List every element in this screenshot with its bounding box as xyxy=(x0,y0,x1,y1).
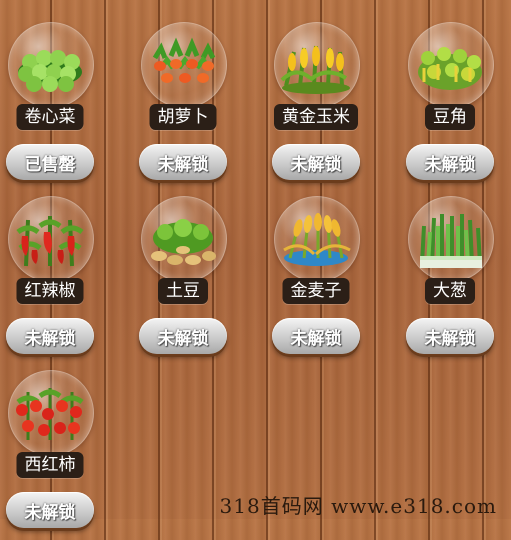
locked-button[interactable]: 未解锁 xyxy=(6,492,94,528)
crop-item-cabbage[interactable]: 卷心菜 已售罄 xyxy=(0,22,100,192)
potato-icon xyxy=(151,219,216,265)
crop-item-green-bean[interactable]: 豆角 未解锁 xyxy=(400,22,500,192)
crop-item-tomato[interactable]: 西红柿 未解锁 xyxy=(0,370,100,540)
crop-name-label: 红辣椒 xyxy=(16,278,84,304)
crop-item-wheat[interactable]: 金麦子 未解锁 xyxy=(266,196,366,366)
crop-name-label: 卷心菜 xyxy=(16,104,84,130)
crop-name-label: 土豆 xyxy=(158,278,208,304)
locked-button[interactable]: 未解锁 xyxy=(139,144,227,180)
locked-button[interactable]: 未解锁 xyxy=(406,144,494,180)
crop-item-scallion[interactable]: 大葱 未解锁 xyxy=(400,196,500,366)
crop-name-label: 金麦子 xyxy=(282,278,350,304)
crop-item-red-pepper[interactable]: 红辣椒 未解锁 xyxy=(0,196,100,366)
tomato-icon xyxy=(16,388,84,440)
red-pepper-icon xyxy=(16,216,84,267)
locked-button[interactable]: 未解锁 xyxy=(139,318,227,354)
cabbage-icon xyxy=(18,50,82,92)
locked-button[interactable]: 未解锁 xyxy=(406,318,494,354)
crop-name-label: 西红柿 xyxy=(16,452,84,478)
carrot-icon xyxy=(152,37,216,83)
corn-icon xyxy=(280,45,350,94)
green-bean-icon xyxy=(418,47,482,90)
locked-button[interactable]: 未解锁 xyxy=(272,144,360,180)
sold-out-button[interactable]: 已售罄 xyxy=(6,144,94,180)
scallion-icon xyxy=(420,214,482,268)
crop-item-carrot[interactable]: 胡萝卜 未解锁 xyxy=(133,22,233,192)
crop-shop-grid: 卷心菜 已售罄 胡萝卜 未解锁 黄金玉米 未解锁 豆角 未解锁 红辣椒 未解锁 … xyxy=(0,0,511,528)
locked-button[interactable]: 未解锁 xyxy=(6,318,94,354)
crop-name-label: 豆角 xyxy=(425,104,475,130)
locked-button[interactable]: 未解锁 xyxy=(272,318,360,354)
crop-item-corn[interactable]: 黄金玉米 未解锁 xyxy=(266,22,366,192)
crop-item-potato[interactable]: 土豆 未解锁 xyxy=(133,196,233,366)
watermark-text: 318首码网 www.e318.com xyxy=(219,494,497,518)
crop-name-label: 胡萝卜 xyxy=(149,104,217,130)
crop-name-label: 大葱 xyxy=(425,278,475,304)
wheat-icon xyxy=(283,213,351,266)
crop-name-label: 黄金玉米 xyxy=(274,104,358,130)
